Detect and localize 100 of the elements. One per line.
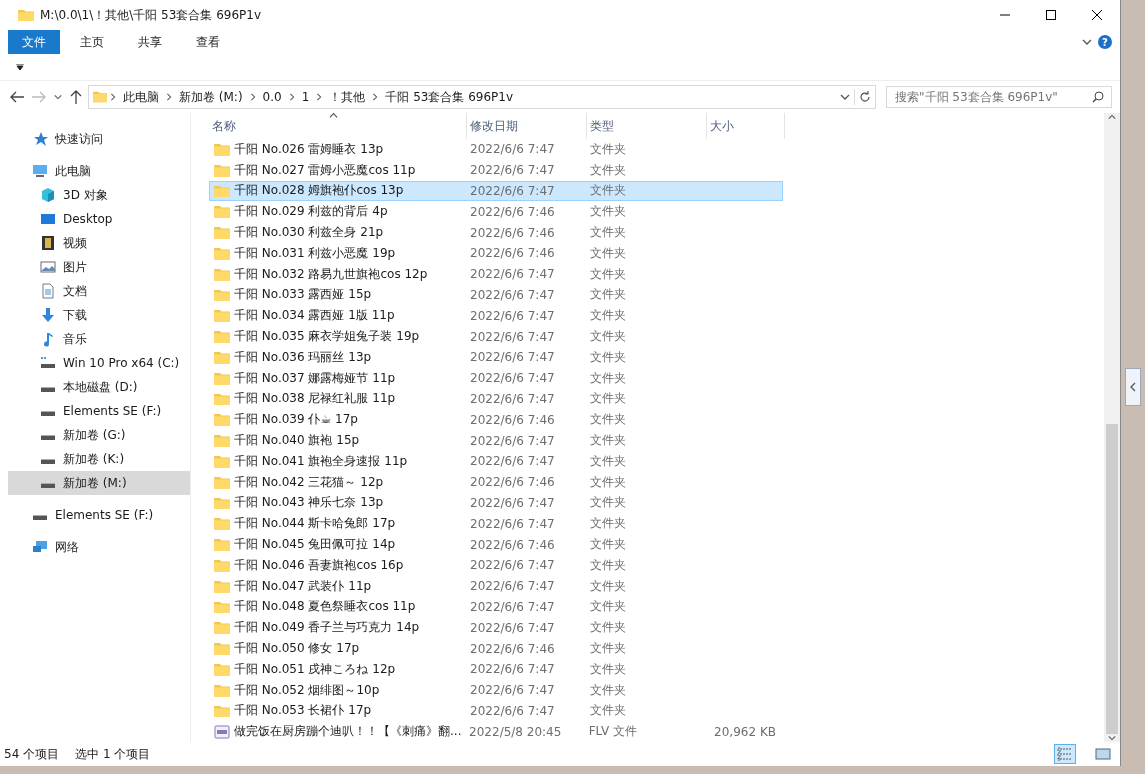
file-row[interactable]: 千阳 No.050 修女 17p 2022/6/6 7:46 文件夹 [209,638,783,659]
nav-item[interactable]: 视频 [8,231,190,255]
file-row[interactable]: 千阳 No.037 娜露梅娅节 11p 2022/6/6 7:47 文件夹 [209,367,783,389]
breadcrumb[interactable]: 千阳 53套合集 696P1v [381,88,518,106]
file-row[interactable]: 千阳 No.044 斯卡哈兔郎 17p 2022/6/6 7:47 文件夹 [209,513,783,535]
folder-icon [214,205,230,219]
type-cell-text: 文件夹 [590,660,627,678]
file-row[interactable]: 千阳 No.027 雷姆小恶魔cos 11p 2022/6/6 7:47 文件夹 [209,159,783,181]
file-row[interactable]: 千阳 No.036 玛丽丝 13p 2022/6/6 7:47 文件夹 [209,346,783,368]
date-cell-text: 2022/6/6 7:47 [470,703,556,718]
breadcrumb[interactable]: 此电脑 [119,88,163,106]
folder-icon [93,91,107,103]
customize-toolbar-icon[interactable] [16,64,24,70]
ribbon-tab[interactable]: 主页 [66,30,118,54]
chevron-icon [315,93,324,101]
breadcrumb[interactable]: 新加卷 (M:) [175,88,247,106]
type-cell-text: 文件夹 [590,432,627,450]
file-row[interactable]: 千阳 No.032 路易九世旗袍cos 12p 2022/6/6 7:47 文件夹 [209,263,783,285]
name-cell-text: 千阳 No.048 夏色祭睡衣cos 11p [234,598,417,616]
vertical-scrollbar[interactable] [1104,113,1120,742]
caret-icon [54,93,62,101]
file-row[interactable]: 千阳 No.047 武装仆 11p 2022/6/6 7:47 文件夹 [209,575,783,597]
type-cell-text: 文件夹 [590,494,627,512]
date-cell-text: 2022/6/6 7:47 [470,371,556,386]
date-cell-text: 2022/6/6 7:47 [470,683,556,698]
folder-icon [214,434,230,447]
date-cell-text: 2022/6/6 7:47 [470,516,556,531]
folder-icon [214,558,230,572]
ribbon-tab[interactable]: 查看 [182,30,234,54]
file-row[interactable]: 千阳 No.052 烟绯图～10p 2022/6/6 7:47 文件夹 [209,679,783,701]
file-row[interactable]: 千阳 No.051 戌神ころね 12p 2022/6/6 7:47 文件夹 [209,658,783,680]
up-button[interactable] [68,88,84,106]
up-arrow-icon [70,90,82,104]
file-row[interactable]: 千阳 No.046 吾妻旗袍cos 16p 2022/6/6 7:47 文件夹 [209,554,783,576]
date-cell-text: 2022/6/6 7:46 [470,204,556,219]
nav-item[interactable]: Elements SE (F:) [8,399,190,423]
file-row[interactable]: 千阳 No.028 姆旗袍仆cos 13p 2022/6/6 7:47 文件夹 [209,180,783,202]
file-row[interactable]: 千阳 No.041 旗袍全身速报 11p 2022/6/6 7:47 文件夹 [209,450,783,472]
expand-ribbon-icon [1082,37,1092,47]
search-field[interactable]: 搜索"千阳 53套合集 696P1v" [886,86,1112,108]
file-row[interactable]: 千阳 No.026 雷姆睡衣 13p 2022/6/6 7:47 文件夹 [209,139,783,160]
file-row[interactable]: 千阳 No.033 露西娅 15p 2022/6/6 7:47 文件夹 [209,284,783,306]
nav-item[interactable]: 3D 对象 [8,183,190,207]
help-icon[interactable]: ? [1098,35,1112,49]
ribbon-tab[interactable]: 文件 [8,30,60,54]
type-cell-text: 文件夹 [590,515,627,533]
name-cell-text: 千阳 No.042 三花猫～ 12p [234,473,385,491]
nav-item[interactable]: 网络 [8,535,190,559]
file-row[interactable]: 千阳 No.029 利兹的背后 4p 2022/6/6 7:46 文件夹 [209,201,783,223]
file-row[interactable]: 千阳 No.034 露西娅 1版 11p 2022/6/6 7:47 文件夹 [209,305,783,327]
date-cell-text: 2022/6/6 7:47 [470,308,556,323]
nav-item[interactable]: 文档 [8,279,190,303]
file-row[interactable]: 千阳 No.049 香子兰与巧克力 14p 2022/6/6 7:47 文件夹 [209,617,783,639]
file-row[interactable]: 千阳 No.053 长裙仆 17p 2022/6/6 7:47 文件夹 [209,700,783,722]
nav-item[interactable]: Win 10 Pro x64 (C:) [8,351,190,375]
file-row[interactable]: 千阳 No.030 利兹全身 21p 2022/6/6 7:46 文件夹 [209,222,783,243]
nav-item[interactable]: Elements SE (F:) [8,503,190,527]
date-cell-text: 2022/6/6 7:46 [470,537,556,552]
column-header[interactable]: 名称 [209,113,467,139]
nav-item[interactable]: 音乐 [8,327,190,351]
breadcrumb[interactable]: 0.0 [258,90,286,104]
nav-item[interactable]: 本地磁盘 (D:) [8,375,190,399]
file-row[interactable]: 千阳 No.038 尼禄红礼服 11p 2022/6/6 7:47 文件夹 [209,388,783,410]
folder-icon [214,496,230,510]
file-row[interactable]: 千阳 No.043 神乐七奈 13p 2022/6/6 7:47 文件夹 [209,492,783,514]
nav-item[interactable]: 新加卷 (K:) [8,447,190,471]
file-row[interactable]: 千阳 No.048 夏色祭睡衣cos 11p 2022/6/6 7:47 文件夹 [209,596,783,618]
nav-item[interactable]: 图片 [8,255,190,279]
scroll-up-icon [1108,113,1116,121]
name-cell-text: 千阳 No.030 利兹全身 21p [234,224,385,242]
file-row[interactable]: 做完饭在厨房蹦个迪叭！！【《刺痛》翻... 2022/5/8 20:45 FLV 文件 20,962 KB [209,721,783,743]
address-bar[interactable]: 此电脑 新加卷 (M:) 0.0 1 ！其他 千阳 53套合集 696P1v [88,85,876,109]
column-header[interactable]: 类型 [587,113,707,139]
file-row[interactable]: 千阳 No.040 旗袍 15p 2022/6/6 7:47 文件夹 [209,430,783,451]
date-cell-text: 2022/6/6 7:47 [470,662,556,677]
nav-item[interactable]: 下载 [8,303,190,327]
column-header[interactable]: 修改日期 [467,113,587,139]
chevron-icon [287,93,296,101]
file-row[interactable]: 千阳 No.031 利兹小恶魔 19p 2022/6/6 7:46 文件夹 [209,243,783,264]
nav-item[interactable]: 新加卷 (G:) [8,423,190,447]
folder-icon [214,288,230,302]
video-file-icon [214,723,230,740]
type-cell-text: 文件夹 [590,577,627,595]
name-cell-text: 千阳 No.034 露西娅 1版 11p [234,307,396,325]
nav-item[interactable]: 此电脑 [8,159,190,183]
side-panel-tab[interactable] [1125,368,1141,406]
column-header[interactable]: 大小 [707,113,785,139]
file-row[interactable]: 千阳 No.045 兔田佩可拉 14p 2022/6/6 7:46 文件夹 [209,534,783,555]
file-row[interactable]: 千阳 No.035 麻衣学姐兔子装 19p 2022/6/6 7:47 文件夹 [209,326,783,347]
file-row[interactable]: 千阳 No.039 仆☕ 17p 2022/6/6 7:46 文件夹 [209,409,783,431]
breadcrumb[interactable]: 1 [297,90,314,104]
scrollbar-thumb[interactable] [1106,424,1118,734]
date-cell-text: 2022/6/6 7:46 [470,641,556,656]
nav-item[interactable]: 新加卷 (M:) [8,471,190,495]
ribbon-tab[interactable]: 共享 [124,30,176,54]
back-button[interactable] [8,89,26,105]
file-row[interactable]: 千阳 No.042 三花猫～ 12p 2022/6/6 7:46 文件夹 [209,471,783,493]
breadcrumb[interactable]: ！其他 [325,88,370,106]
nav-item[interactable]: Desktop [8,207,190,231]
nav-item[interactable]: 快速访问 [8,127,190,151]
